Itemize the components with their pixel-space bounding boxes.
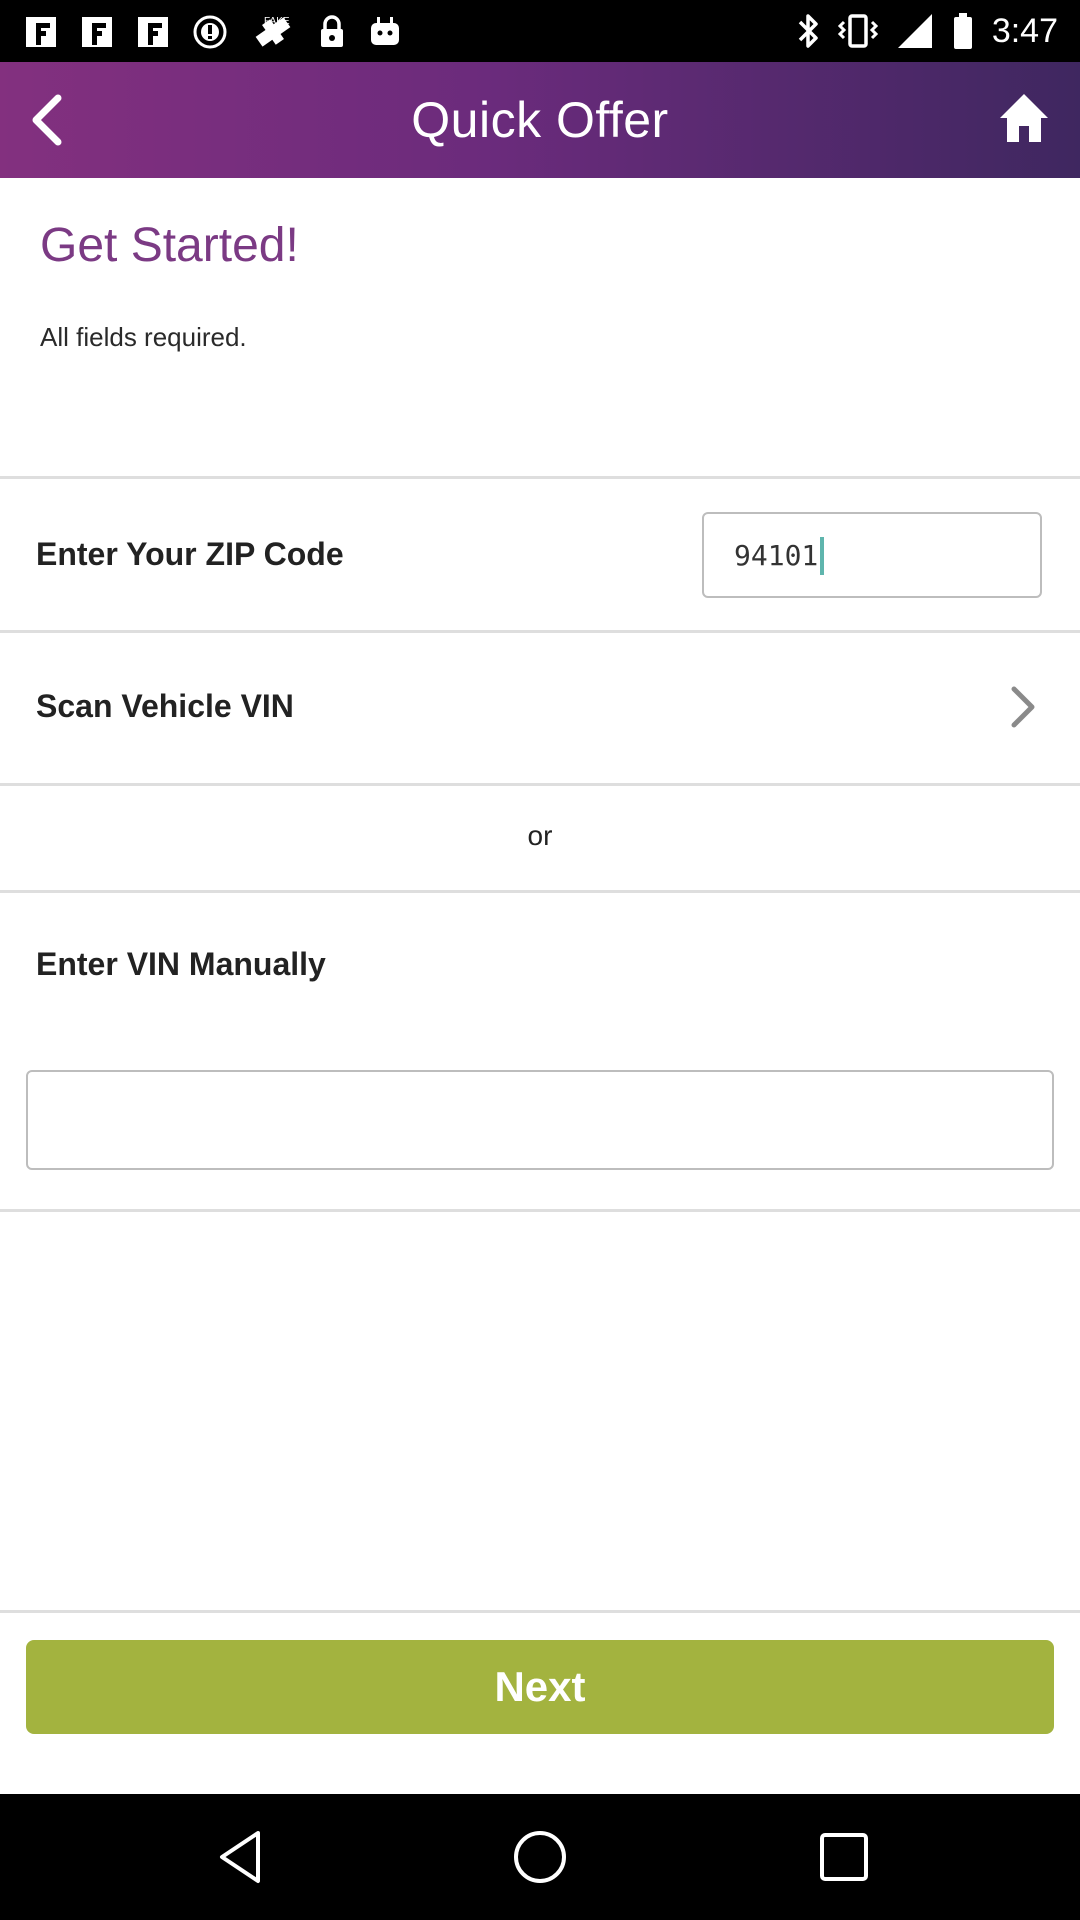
app-icon [138, 17, 168, 47]
divider [0, 476, 1080, 479]
app-icon [26, 17, 56, 47]
home-circle-icon[interactable] [510, 1827, 570, 1887]
home-icon[interactable] [996, 90, 1052, 146]
signal-icon [897, 14, 932, 48]
divider [0, 783, 1080, 786]
recents-square-icon[interactable] [814, 1827, 874, 1887]
status-bar: FAKE 3:47 [0, 0, 1080, 62]
status-left-icons: FAKE [24, 12, 402, 52]
satellite-icon: FAKE [255, 16, 291, 47]
divider [0, 1610, 1080, 1613]
zip-value: 94101 [734, 539, 819, 572]
vin-manual-label: Enter VIN Manually [36, 946, 326, 982]
zip-label: Enter Your ZIP Code [36, 536, 344, 572]
vibrate-icon [837, 14, 878, 48]
next-button[interactable]: Next [26, 1640, 1054, 1734]
divider [0, 1209, 1080, 1212]
back-triangle-icon[interactable] [210, 1827, 270, 1887]
system-nav-bar [0, 1794, 1080, 1920]
app-icon [82, 17, 112, 47]
or-separator: or [527, 820, 553, 851]
status-time: 3:47 [991, 11, 1058, 50]
android-icon [371, 17, 399, 45]
clock-alert-icon [193, 15, 227, 49]
divider [0, 890, 1080, 893]
vin-input[interactable] [26, 1070, 1054, 1170]
battery-icon [953, 13, 972, 49]
lock-icon [321, 15, 343, 47]
zip-input[interactable]: 94101 [702, 512, 1042, 598]
app-header: Quick Offer [0, 62, 1080, 178]
page-title: Quick Offer [411, 92, 669, 148]
bluetooth-icon [798, 14, 818, 48]
svg-text:FAKE: FAKE [264, 16, 290, 27]
get-started-heading: Get Started! [40, 219, 299, 272]
status-right-icons: 3:47 [796, 10, 1058, 52]
scan-vin-row[interactable]: Scan Vehicle VIN [0, 633, 1080, 783]
text-caret [820, 537, 825, 575]
chevron-right-icon [1011, 686, 1035, 728]
scan-vin-label: Scan Vehicle VIN [36, 688, 294, 724]
required-note: All fields required. [40, 322, 247, 352]
